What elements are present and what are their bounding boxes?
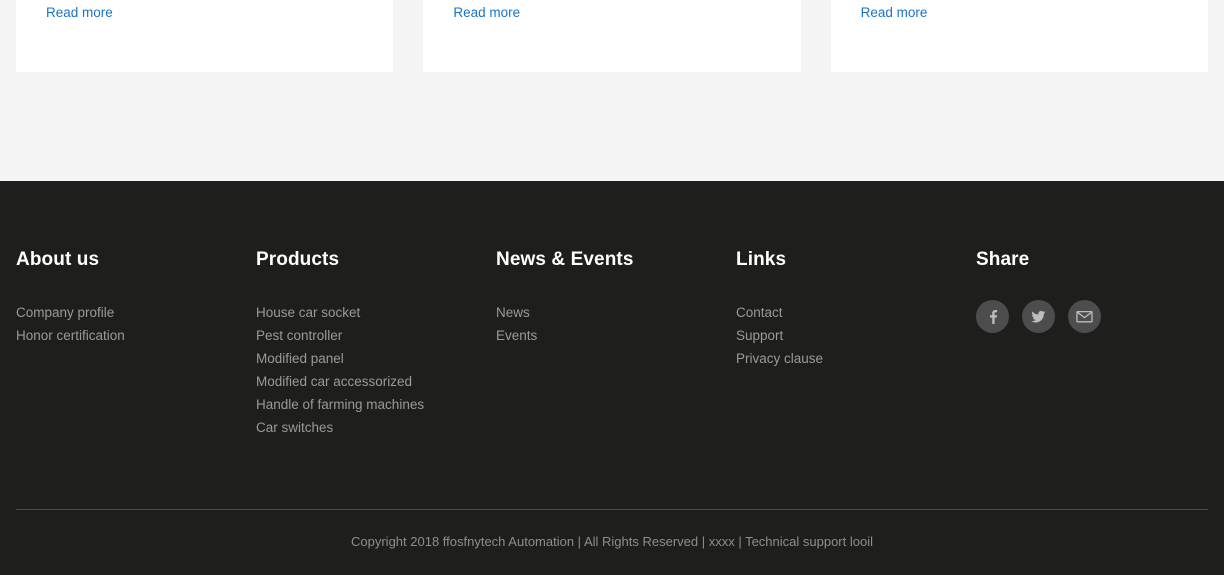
cards-row: Read more Read more Read more [16,0,1208,72]
footer-heading-products: Products [256,249,340,270]
list-item: Support [736,324,976,347]
footer-column-products: Products House car socket Pest controlle… [256,249,496,439]
footer-link-honor-certification[interactable]: Honor certification [16,324,125,347]
list-item: Events [496,324,736,347]
footer-link-handle-of-farming-machines[interactable]: Handle of farming machines [256,393,424,416]
footer-list-about-us: Company profile Honor certification [16,301,256,347]
list-item: Handle of farming machines [256,393,496,416]
content-section: Read more Read more Read more [0,0,1224,181]
footer-link-privacy-clause[interactable]: Privacy clause [736,347,823,370]
email-icon [1076,310,1093,323]
share-twitter-button[interactable] [1022,300,1055,333]
content-card: Read more [423,0,801,72]
footer-link-contact[interactable]: Contact [736,301,783,324]
list-item: Modified panel [256,347,496,370]
footer-link-news[interactable]: News [496,301,530,324]
footer-column-about-us: About us Company profile Honor certifica… [16,249,256,439]
list-item: Privacy clause [736,347,976,370]
twitter-icon [1030,308,1047,325]
footer-column-news-events: News & Events News Events [496,249,736,439]
footer-link-modified-panel[interactable]: Modified panel [256,347,344,370]
share-facebook-button[interactable] [976,300,1009,333]
footer-link-pest-controller[interactable]: Pest controller [256,324,342,347]
list-item: Car switches [256,416,496,439]
share-email-button[interactable] [1068,300,1101,333]
footer-copyright: Copyright 2018 ffosfnytech Automation | … [351,534,873,549]
footer-column-links: Links Contact Support Privacy clause [736,249,976,439]
content-card: Read more [830,0,1208,72]
footer-list-links: Contact Support Privacy clause [736,301,976,370]
content-card: Read more [16,0,394,72]
list-item: Honor certification [16,324,256,347]
footer-heading-news-events: News & Events [496,249,634,270]
footer-list-news-events: News Events [496,301,736,347]
list-item: Pest controller [256,324,496,347]
footer-link-house-car-socket[interactable]: House car socket [256,301,360,324]
list-item: Modified car accessorized [256,370,496,393]
footer-link-events[interactable]: Events [496,324,537,347]
footer-heading-about-us: About us [16,249,100,270]
footer-link-car-switches[interactable]: Car switches [256,416,333,439]
read-more-link[interactable]: Read more [861,4,928,22]
facebook-icon [985,309,1001,325]
list-item: News [496,301,736,324]
site-footer: About us Company profile Honor certifica… [0,181,1224,575]
footer-list-products: House car socket Pest controller Modifie… [256,301,496,439]
footer-link-support[interactable]: Support [736,324,783,347]
read-more-link[interactable]: Read more [46,4,113,22]
list-item: House car socket [256,301,496,324]
footer-heading-links: Links [736,249,787,270]
footer-divider [16,509,1208,510]
social-share-buttons [976,300,1208,333]
list-item: Company profile [16,301,256,324]
footer-link-company-profile[interactable]: Company profile [16,301,114,324]
footer-columns: About us Company profile Honor certifica… [16,181,1208,439]
footer-column-share: Share [976,249,1208,439]
list-item: Contact [736,301,976,324]
footer-heading-share: Share [976,249,1030,270]
read-more-link[interactable]: Read more [453,4,520,22]
footer-link-modified-car-accessorized[interactable]: Modified car accessorized [256,370,412,393]
